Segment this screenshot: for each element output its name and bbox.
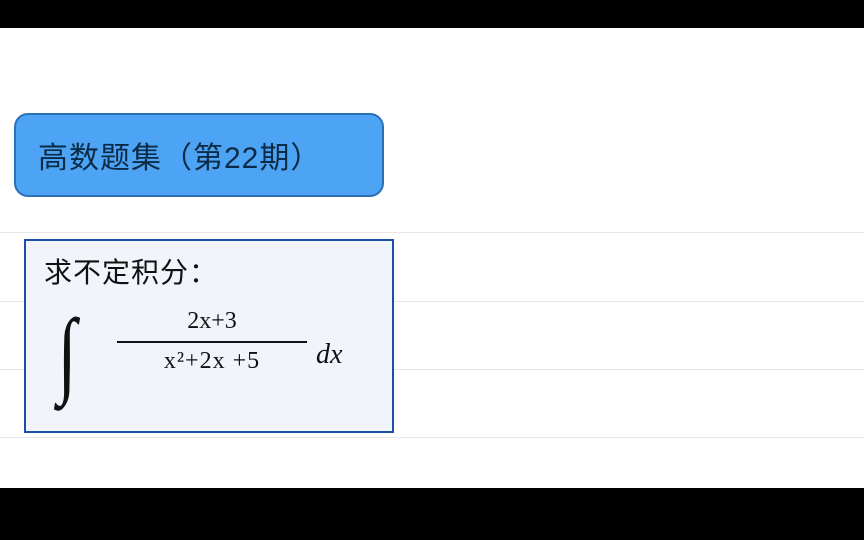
- stage: 高数题集（第22期） 求不定积分： ∫ 2x+3 x²+2x +5 dx: [0, 0, 864, 540]
- dx-label: dx: [316, 339, 342, 371]
- fraction: 2x+3 x²+2x +5: [112, 309, 312, 373]
- integral-formula: ∫ 2x+3 x²+2x +5 dx: [54, 299, 374, 419]
- problem-inner: 求不定积分： ∫ 2x+3 x²+2x +5 dx: [26, 241, 392, 431]
- denominator: x²+2x +5: [112, 349, 312, 373]
- title-box: 高数题集（第22期）: [14, 113, 384, 197]
- letterbox-bottom: [0, 488, 864, 540]
- title-label: 高数题集（第22期）: [38, 133, 321, 177]
- fraction-bar: [117, 341, 307, 343]
- problem-box: 求不定积分： ∫ 2x+3 x²+2x +5 dx: [24, 239, 394, 433]
- letterbox-top: [0, 0, 864, 28]
- numerator: 2x+3: [112, 309, 312, 339]
- problem-prompt: 求不定积分：: [44, 251, 218, 291]
- integral-sign: ∫: [58, 305, 77, 401]
